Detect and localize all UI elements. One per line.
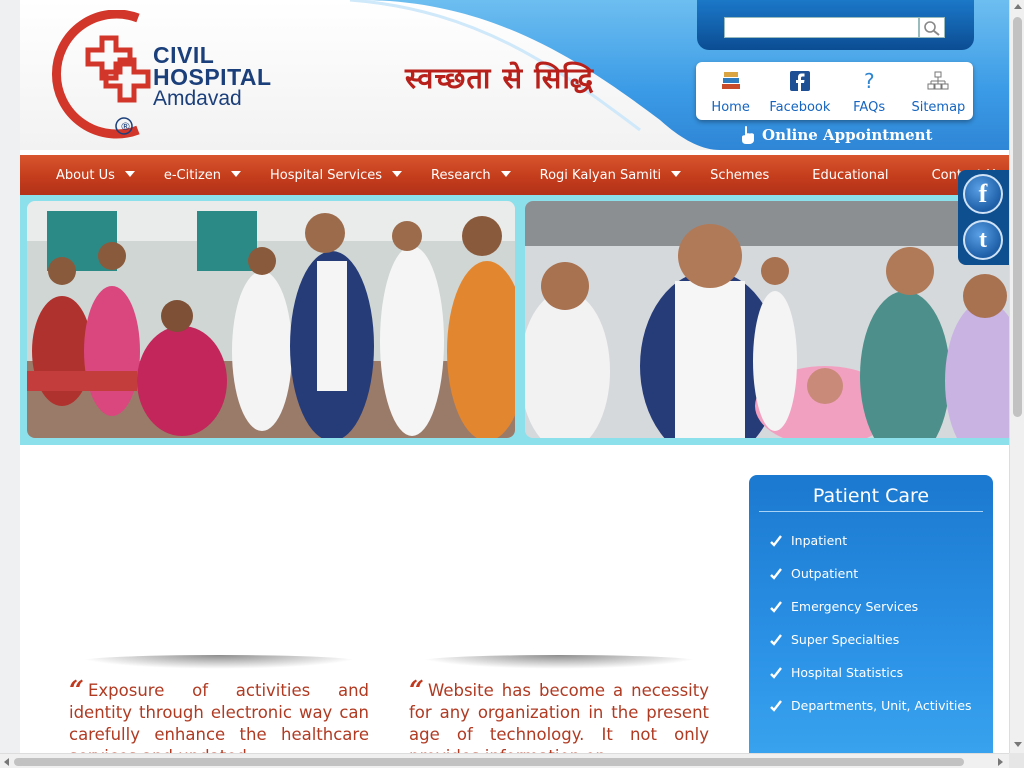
photo-banner [20,195,1010,445]
quick-link-label: FAQs [853,100,886,115]
patient-care-item-outpatient[interactable]: Outpatient [769,557,993,590]
nav-item-label: Rogi Kalyan Samiti [539,167,662,183]
svg-text:?: ? [864,69,875,93]
checkmark-icon [770,567,782,580]
caret-down-icon [124,171,135,177]
scrollbar-thumb[interactable] [1013,17,1022,417]
site-header: CIVIL HOSPITAL Amdavad ® स्वच्छता से सिद… [20,0,1010,150]
caret-down-icon [671,171,682,177]
vertical-scrollbar[interactable] [1009,0,1024,753]
search-panel [697,0,974,50]
nav-item-label: About Us [56,167,115,183]
checkmark-icon [770,699,782,712]
banner-photo-maternity-visit [525,201,1010,438]
patient-care-title: Patient Care [812,485,930,507]
nav-item-schemes[interactable]: Schemes [710,168,769,183]
nav-item-label: e-Citizen [163,167,222,183]
search-button[interactable] [919,17,945,38]
swachhata-tagline: स्वच्छता से सिद्धि [405,61,595,95]
scrollbar-thumb[interactable] [14,758,964,766]
quote-mark-icon: “ [69,676,84,706]
nav-item-label: Educational [812,167,889,183]
patient-care-item-inpatient[interactable]: Inpatient [769,524,993,557]
nav-item-about-us[interactable]: About Us [56,168,135,183]
quote-mark-icon: “ [409,676,424,706]
quote-text: “Website has become a necessity for any … [409,677,709,753]
patient-care-item-label: Departments, Unit, Activities [791,698,972,713]
quick-link-faqs[interactable]: ? FAQs [838,68,900,120]
horizontal-scrollbar[interactable] [0,753,1009,768]
twitter-button[interactable]: t [963,220,1003,260]
home-books-icon [718,68,744,94]
nav-item-hospital-services[interactable]: Hospital Services [270,167,403,183]
patient-care-item-label: Inpatient [791,533,848,548]
scroll-down-arrow-icon[interactable] [1014,742,1022,747]
patient-care-item-departments[interactable]: Departments, Unit, Activities [769,689,993,722]
checkmark-icon [770,600,782,613]
quote-text: “Exposure of activities and identity thr… [69,677,369,753]
nav-item-e-citizen[interactable]: e-Citizen [163,167,242,183]
browser-viewport: CIVIL HOSPITAL Amdavad ® स्वच्छता से सिद… [0,0,1024,768]
pointing-hand-icon [742,126,754,144]
patient-care-item-hospital-statistics[interactable]: Hospital Statistics [769,656,993,689]
facebook-button[interactable]: f [963,174,1003,214]
quick-link-label: Sitemap [911,100,966,115]
nav-item-label: Research [431,167,491,183]
nav-item-label: Hospital Services [270,167,383,183]
page-wrapper: CIVIL HOSPITAL Amdavad ® स्वच्छता से सिद… [20,0,1010,753]
quick-link-sitemap[interactable]: Sitemap [907,68,969,120]
quick-link-label: Home [711,100,750,115]
online-appointment-link[interactable]: Online Appointment [740,126,932,144]
quote-shadow [414,655,704,669]
nav-item-research[interactable]: Research [431,168,511,183]
nav-item-label: Schemes [710,167,770,183]
logo-civil: CIVIL [153,42,215,68]
quote-shadow [74,655,364,669]
checkmark-icon [770,666,782,679]
nav-item-educational[interactable]: Educational [812,168,888,183]
patient-care-item-emergency-services[interactable]: Emergency Services [769,590,993,623]
logo-hospital: HOSPITAL [153,64,272,90]
search-icon [924,21,940,36]
caret-down-icon [392,171,403,177]
search-input[interactable] [724,17,919,38]
caret-down-icon [231,171,242,177]
quick-link-label: Facebook [769,100,831,115]
patient-care-item-label: Hospital Statistics [791,665,904,680]
facebook-icon: f [978,179,988,208]
quote-block-left: “Exposure of activities and identity thr… [69,655,369,753]
patient-care-item-label: Emergency Services [791,599,919,614]
online-appointment-label: Online Appointment [762,126,933,144]
patient-care-item-super-specialties[interactable]: Super Specialties [769,623,993,656]
question-icon: ? [856,68,882,94]
twitter-icon: t [979,226,987,253]
scrollbar-corner [1009,753,1024,768]
nav-item-rogi-kalyan-samiti[interactable]: Rogi Kalyan Samiti [540,168,682,183]
quick-links-panel: Home Facebook ? FAQs Sitemap [696,62,973,120]
logo-amdavad: Amdavad [153,87,242,110]
facebook-icon [787,68,813,94]
patient-care-panel: Patient Care Inpatient Outpatient Emerge… [749,475,993,753]
checkmark-icon [770,534,782,547]
quick-link-facebook[interactable]: Facebook [769,68,831,120]
quote-right-text: Website has become a necessity for any o… [409,681,709,753]
patient-care-item-label: Outpatient [791,566,859,581]
quote-block-right: “Website has become a necessity for any … [409,655,709,753]
scroll-up-arrow-icon[interactable] [1014,4,1022,9]
quick-link-home[interactable]: Home [700,68,762,120]
logo-registered-mark: ® [120,120,131,133]
main-nav: About Us e-Citizen Hospital Services Res… [20,155,1010,195]
caret-down-icon [500,171,511,177]
scroll-right-arrow-icon[interactable] [998,758,1003,766]
logo-text: CIVIL HOSPITAL Amdavad [153,44,272,110]
sitemap-icon [925,68,951,94]
patient-care-item-label: Super Specialties [791,632,900,647]
patient-care-list: Inpatient Outpatient Emergency Services … [749,524,993,722]
social-float-bar: f t [958,170,1010,265]
scroll-left-arrow-icon[interactable] [4,758,9,766]
divider [759,511,983,512]
quote-left-text: Exposure of activities and identity thro… [69,681,369,753]
banner-photo-ward-visit [27,201,515,438]
checkmark-icon [770,633,782,646]
